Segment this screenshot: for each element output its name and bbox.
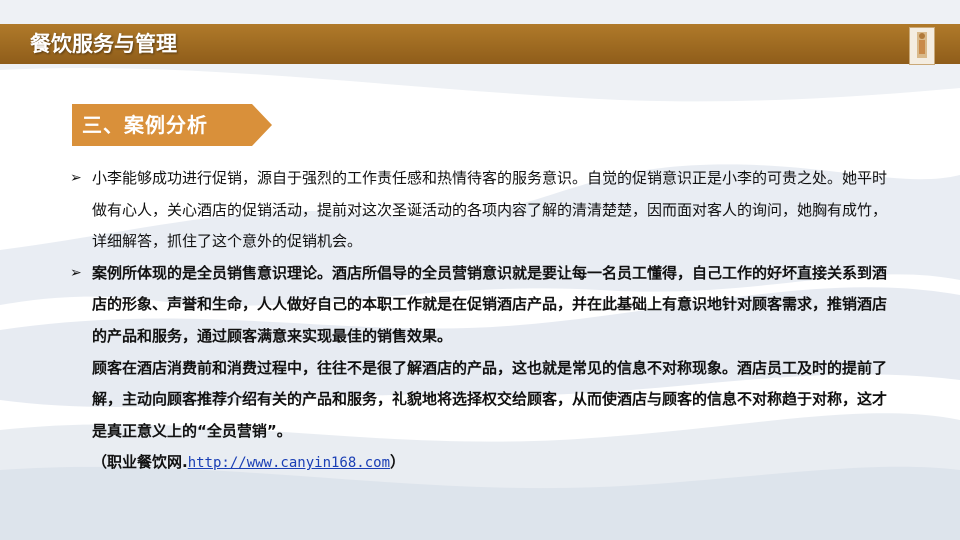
- paragraph-text: 顾客在酒店消费前和消费过程中，往往不是很了解酒店的产品，这也就是常见的信息不对称…: [92, 358, 888, 440]
- header-title: 餐饮服务与管理: [30, 32, 177, 56]
- bullet-arrow-icon: ➢: [70, 264, 82, 281]
- section-title: 三、案例分析: [82, 113, 208, 137]
- content-body: ➢ 小李能够成功进行促销，源自于强烈的工作责任感和热情待客的服务意识。自觉的促销…: [70, 163, 896, 480]
- paragraph-1: ➢ 小李能够成功进行促销，源自于强烈的工作责任感和热情待客的服务意识。自觉的促销…: [70, 163, 896, 258]
- paragraph-text: 小李能够成功进行促销，源自于强烈的工作责任感和热情待客的服务意识。自觉的促销意识…: [92, 169, 888, 251]
- source-link[interactable]: http://www.canyin168.com: [188, 455, 390, 471]
- bullet-arrow-icon: ➢: [70, 170, 82, 186]
- section-tab: 三、案例分析: [72, 104, 272, 146]
- header-logo-icon: [909, 27, 935, 65]
- paragraph-3: 顾客在酒店消费前和消费过程中，往往不是很了解酒店的产品，这也就是常见的信息不对称…: [70, 353, 896, 448]
- paragraph-2: ➢ 案例所体现的是全员销售意识理论。酒店所倡导的全员营销意识就是要让每一名员工懂…: [70, 258, 896, 353]
- paragraph-text: 案例所体现的是全员销售意识理论。酒店所倡导的全员营销意识就是要让每一名员工懂得，…: [92, 263, 888, 345]
- source-line: （职业餐饮网.http://www.canyin168.com）: [70, 447, 896, 480]
- source-prefix: （职业餐饮网.: [92, 453, 188, 472]
- header-bar: 餐饮服务与管理: [0, 24, 960, 65]
- source-suffix: ）: [390, 453, 406, 472]
